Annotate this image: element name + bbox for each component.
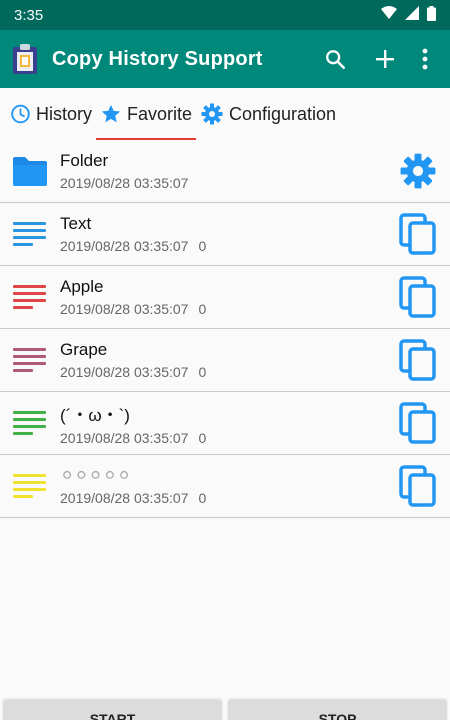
item-date: 2019/08/28 03:35:07 0 [60,301,207,317]
tab-favorite-label: Favorite [126,103,192,124]
copy-button[interactable] [386,275,450,319]
list-item[interactable]: (´・ω・`) 2019/08/28 03:35:07 0 [0,392,450,455]
folder-settings-button[interactable] [386,152,450,190]
item-count: 0 [198,490,207,506]
gear-icon [201,103,223,125]
overflow-menu-button[interactable] [410,34,440,84]
tab-configuration[interactable]: Configuration [196,88,340,140]
app-title: Copy History Support [52,47,263,70]
item-title: Apple [60,277,104,296]
item-title: Text [60,214,92,233]
item-date: 2019/08/28 03:35:07 0 [60,364,207,380]
text-lines-icon [0,347,60,373]
app-bar: Copy History Support [0,30,450,88]
clock-icon [11,104,30,124]
copy-button[interactable] [386,401,450,445]
copy-icon [399,276,436,318]
item-date: 2019/08/28 03:35:07 [60,175,189,191]
status-bar: 3:35 [0,0,450,30]
item-date: 2019/08/28 03:35:07 0 [60,429,207,446]
item-title: Folder [60,151,109,170]
item-title: ⚪⚪⚪⚪⚪ [60,466,132,485]
item-date: 2019/08/28 03:35:07 0 [60,238,207,254]
settings-icon [400,153,436,189]
copy-button[interactable] [386,464,450,508]
tab-bar: History Favorite Configuration [0,88,450,140]
item-date: 2019/08/28 03:35:07 0 [60,490,207,506]
stop-button[interactable]: STOP [228,700,447,720]
item-count: 0 [198,238,207,254]
item-count: 0 [198,364,207,380]
tab-history-label: History [35,103,92,124]
tab-favorite[interactable]: Favorite [96,88,196,140]
item-title: (´・ω・`) [60,405,130,425]
list-item[interactable]: ⚪⚪⚪⚪⚪ 2019/08/28 03:35:07 0 [0,455,450,518]
copy-button[interactable] [386,338,450,382]
wifi-icon [381,6,397,24]
clipboard-logo-icon [12,43,38,75]
more-vert-icon [422,48,428,70]
copy-icon [399,402,436,444]
item-list: Folder 2019/08/28 03:35:07 Text 2019/08/… [0,140,450,518]
search-icon [326,50,345,69]
item-count: 0 [198,301,207,317]
folder-icon [0,155,60,187]
search-button[interactable] [310,34,360,84]
copy-icon [399,213,436,255]
item-count: 0 [198,429,207,446]
star-icon [101,104,121,123]
status-time: 3:35 [14,6,44,24]
list-item[interactable]: Folder 2019/08/28 03:35:07 [0,140,450,203]
list-item[interactable]: Text 2019/08/28 03:35:07 0 [0,203,450,266]
text-lines-icon [0,473,60,499]
signal-icon [405,6,419,24]
tab-history[interactable]: History [6,88,96,140]
text-lines-icon [0,410,60,436]
plus-icon [376,50,394,68]
battery-icon [427,5,436,25]
copy-button[interactable] [386,212,450,256]
text-lines-icon [0,221,60,247]
start-button[interactable]: START [3,700,222,720]
list-item[interactable]: Apple 2019/08/28 03:35:07 0 [0,266,450,329]
text-lines-icon [0,284,60,310]
copy-icon [399,465,436,507]
bottom-button-bar: START STOP [0,700,450,720]
item-title: Grape [60,340,108,359]
add-button[interactable] [360,34,410,84]
list-item[interactable]: Grape 2019/08/28 03:35:07 0 [0,329,450,392]
copy-icon [399,339,436,381]
tab-configuration-label: Configuration [229,103,337,124]
